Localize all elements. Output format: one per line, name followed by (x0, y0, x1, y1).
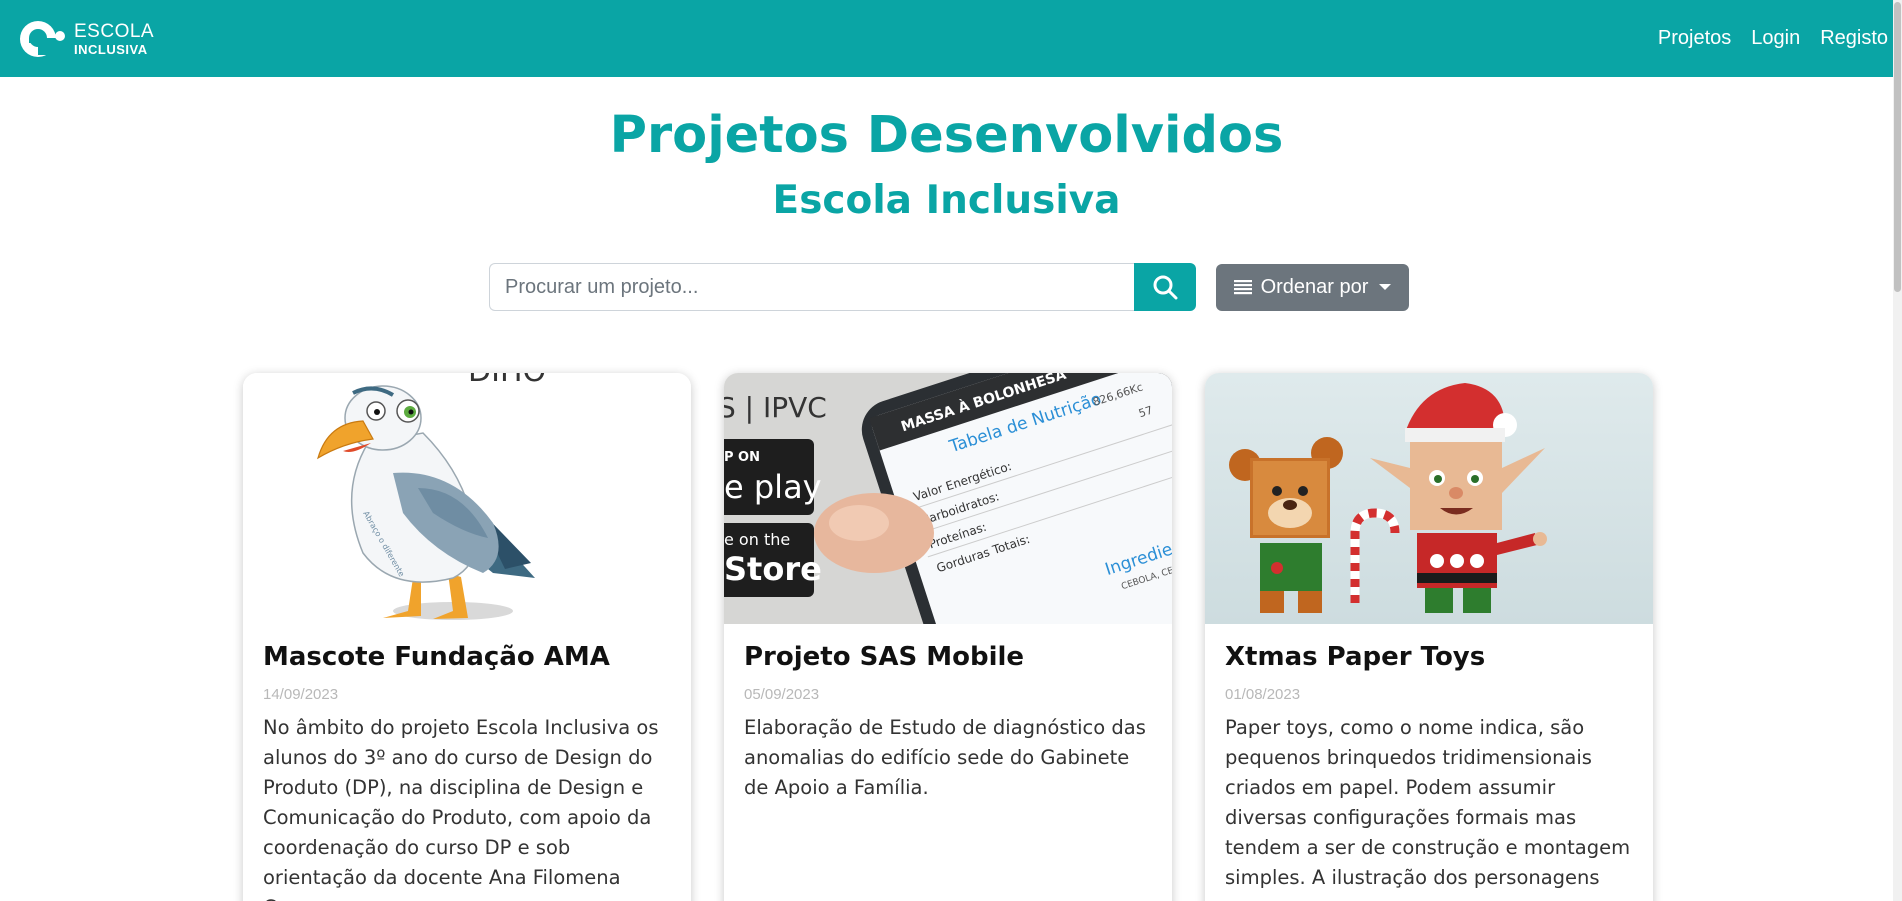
page-title: Projetos Desenvolvidos (609, 106, 1284, 165)
project-card[interactable]: DIHO Abraço o diferente (243, 373, 691, 901)
logo-icon (20, 20, 65, 57)
sort-label: Ordenar por (1260, 275, 1369, 298)
project-card[interactable]: Xtmas Paper Toys 01/08/2023 Paper toys, … (1205, 373, 1653, 901)
project-image[interactable] (1205, 373, 1653, 624)
nav-link-projetos[interactable]: Projetos (1658, 27, 1731, 50)
nav-links: Projetos Login Registo (1658, 27, 1890, 50)
project-title[interactable]: Xtmas Paper Toys (1225, 642, 1633, 672)
brand-line-1: ESCOLA (74, 20, 155, 42)
search-button[interactable] (1134, 263, 1196, 311)
page-subtitle: Escola Inclusiva (772, 178, 1121, 223)
image-brand-text: S | IPVC (724, 391, 827, 424)
scrollbar-thumb[interactable] (1894, 2, 1901, 292)
svg-text:e play: e play (724, 468, 822, 506)
brand-line-2: INCLUSIVA (74, 41, 148, 57)
brand-logo[interactable]: ESCOLA INCLUSIVA (18, 16, 154, 62)
project-date: 05/09/2023 (744, 686, 820, 703)
project-date: 01/08/2023 (1225, 686, 1301, 703)
search-icon (1153, 275, 1178, 300)
svg-text:Store: Store (724, 550, 822, 588)
project-title[interactable]: Projeto SAS Mobile (744, 642, 1152, 672)
top-navbar: ESCOLA INCLUSIVA Projetos Login Registo (0, 0, 1902, 77)
project-date: 14/09/2023 (263, 686, 339, 703)
project-cards: DIHO Abraço o diferente (243, 373, 1653, 901)
list-icon (1233, 280, 1252, 295)
nav-link-login[interactable]: Login (1751, 27, 1800, 50)
project-description: Elaboração de Estudo de diagnóstico das … (744, 716, 1146, 799)
project-card[interactable]: S | IPVC P ON e play e on the Store MASS… (724, 373, 1172, 901)
project-image[interactable]: DIHO Abraço o diferente (243, 373, 691, 624)
project-description: Paper toys, como o nome indica, são pequ… (1225, 716, 1631, 901)
project-description: No âmbito do projeto Escola Inclusiva os… (263, 716, 659, 901)
project-title[interactable]: Mascote Fundação AMA (263, 642, 671, 672)
svg-text:P ON: P ON (724, 450, 760, 465)
search-bar: Ordenar por (489, 263, 1409, 311)
nav-link-registo[interactable]: Registo (1820, 27, 1888, 50)
image-top-text: DIHO (468, 373, 546, 389)
sort-dropdown-button[interactable]: Ordenar por (1216, 263, 1409, 311)
project-image[interactable]: S | IPVC P ON e play e on the Store MASS… (724, 373, 1172, 624)
caret-down-icon (1379, 284, 1392, 290)
page-scrollbar[interactable] (1893, 0, 1902, 901)
search-input[interactable] (489, 263, 1134, 311)
svg-text:e on the: e on the (724, 530, 790, 549)
